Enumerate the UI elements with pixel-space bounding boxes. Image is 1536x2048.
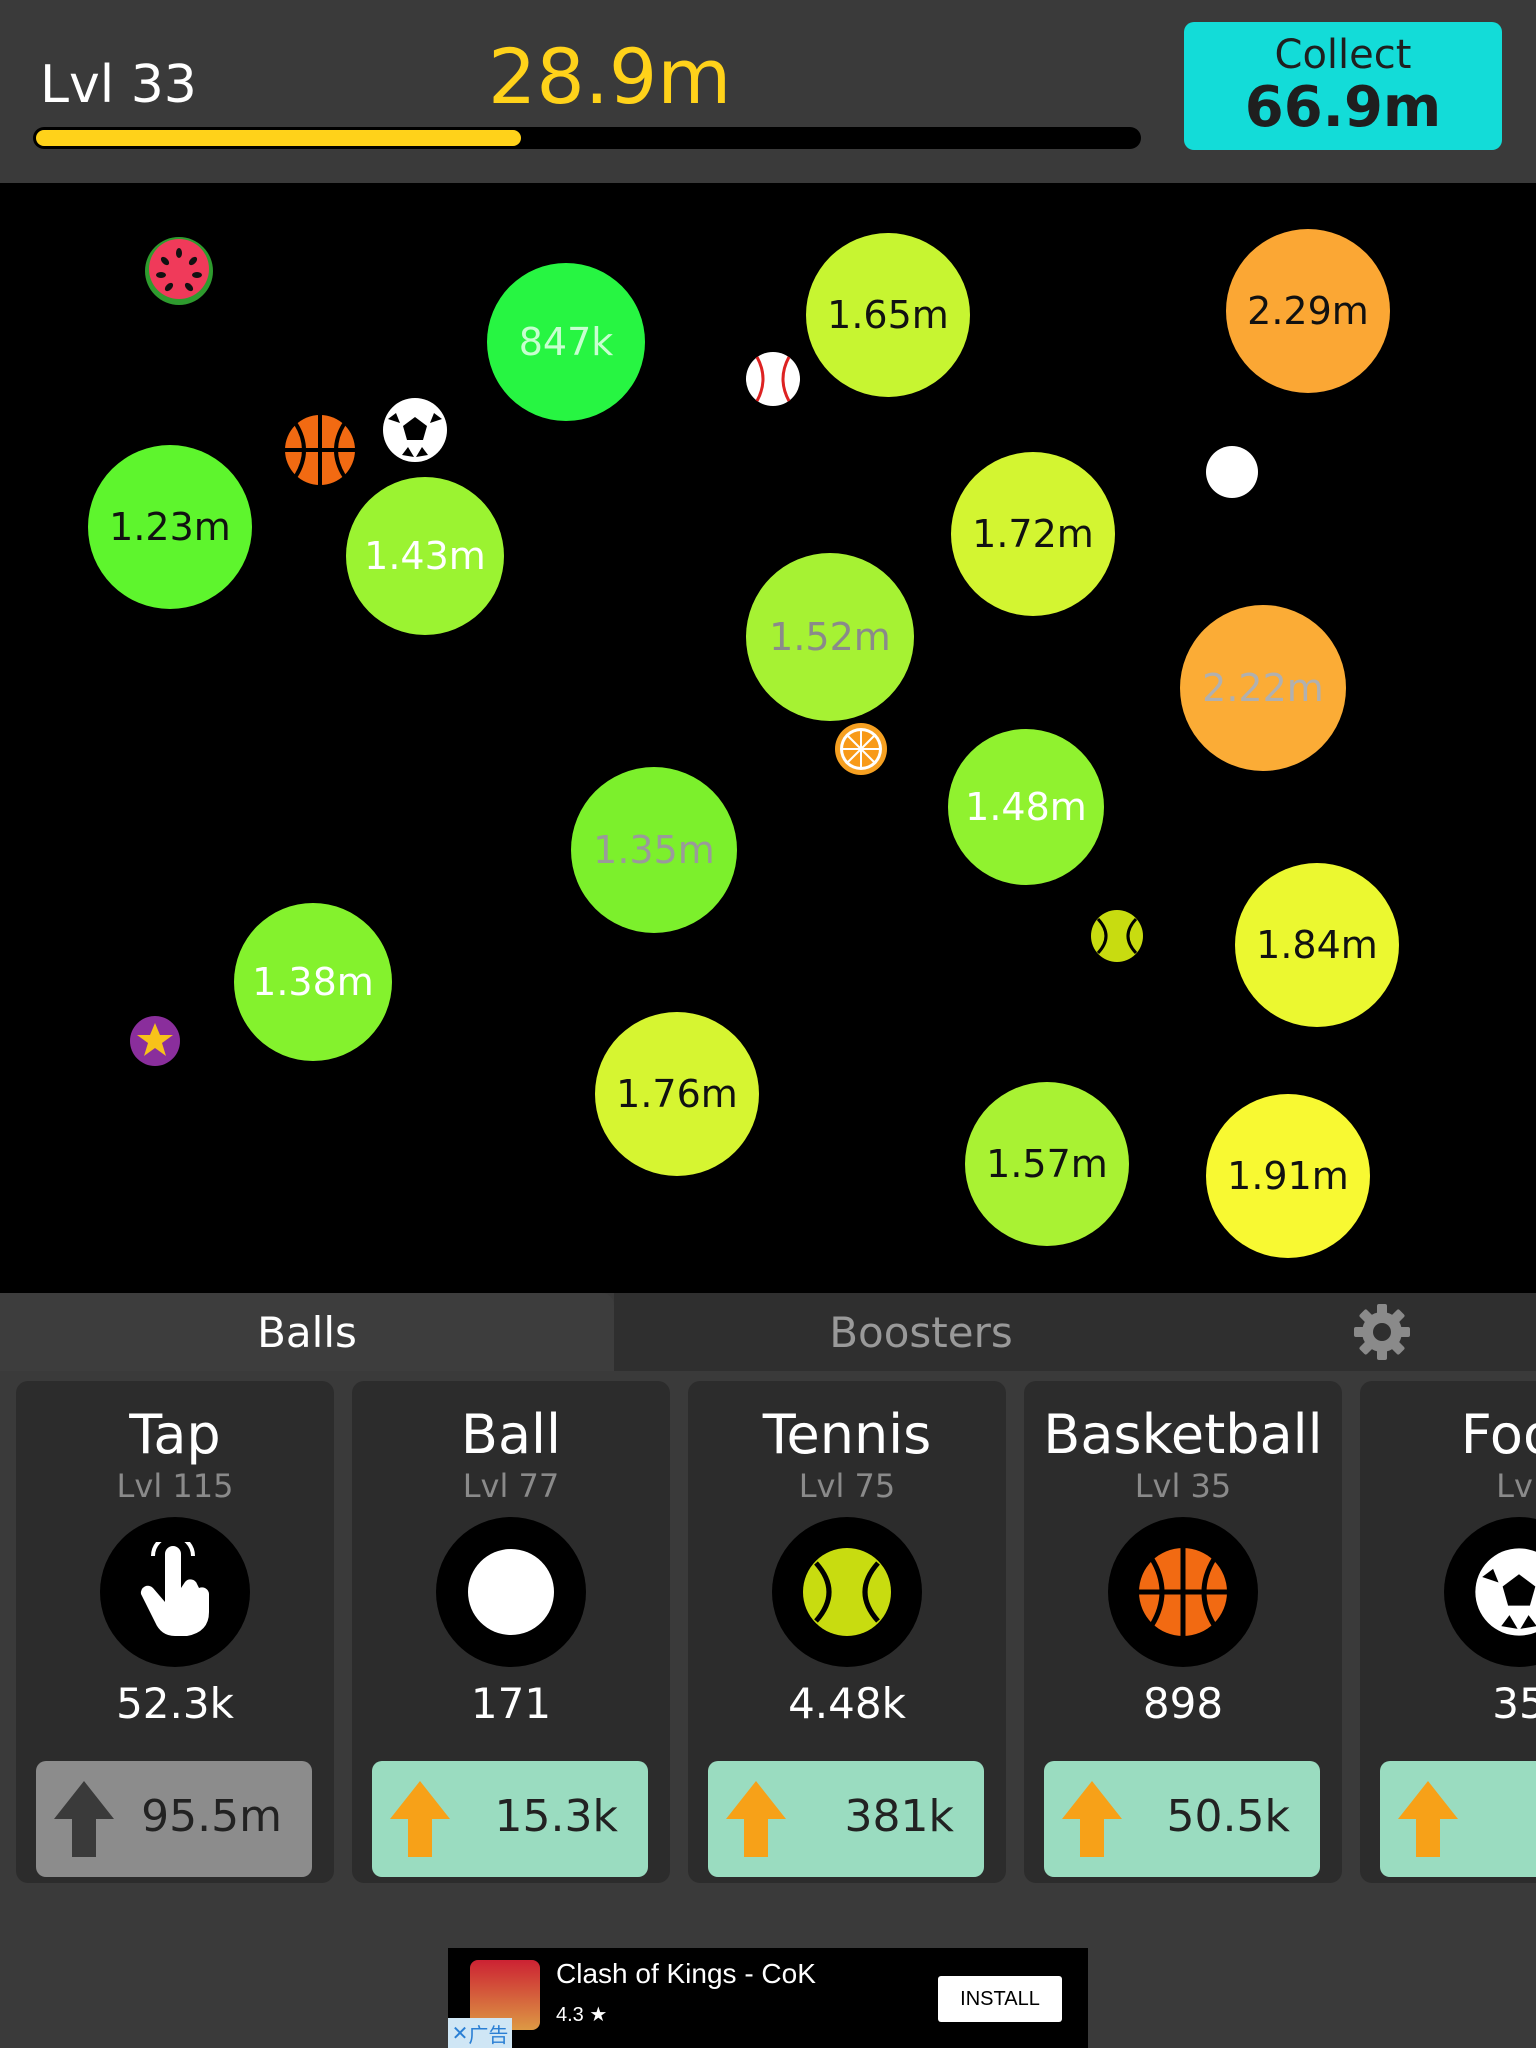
orange-slice-icon <box>835 723 887 775</box>
card-icon-frame <box>772 1517 922 1667</box>
upgrade-button[interactable]: 381k <box>708 1761 984 1877</box>
upgrade-card-tennis: Tennis Lvl 75 4.48k 381k <box>688 1381 1006 1883</box>
arrow-up-icon <box>1062 1781 1122 1857</box>
card-level: Lvl 115 <box>116 1467 234 1505</box>
card-count: 898 <box>1142 1679 1224 1728</box>
money-ball[interactable]: 1.52m <box>746 553 914 721</box>
money-ball[interactable]: 2.29m <box>1226 229 1390 393</box>
card-icon-frame <box>1108 1517 1258 1667</box>
ad-tag[interactable]: ✕ 广告 <box>448 2018 512 2048</box>
upgrade-button[interactable]: 15.3k <box>372 1761 648 1877</box>
card-title: Foot <box>1460 1403 1536 1466</box>
tennis-ball-icon <box>1091 910 1143 962</box>
upgrade-card-basketball: Basketball Lvl 35 898 50.5k <box>1024 1381 1342 1883</box>
card-level: Lvl 75 <box>798 1467 896 1505</box>
ad-app-name: Clash of Kings - CoK <box>556 1958 816 1989</box>
level-progress-bar <box>33 127 1141 149</box>
tab-boosters[interactable]: Boosters <box>614 1293 1228 1371</box>
collect-value: 66.9m <box>1244 75 1442 140</box>
tap-hand-icon <box>140 1542 209 1636</box>
star-icon: ★ <box>589 2004 608 2026</box>
money-counter: 28.9m <box>488 32 732 121</box>
upgrade-card-ball: Ball Lvl 77 171 15.3k <box>352 1381 670 1883</box>
tennis-ball-icon <box>803 1548 891 1636</box>
money-ball[interactable]: 1.38m <box>234 903 392 1061</box>
soccer-ball-icon <box>383 398 447 462</box>
upgrade-price: 95.5m <box>141 1791 282 1842</box>
basketball-icon <box>285 415 355 485</box>
gear-icon <box>1354 1304 1410 1360</box>
soccer-ball-icon <box>1475 1548 1536 1636</box>
money-ball[interactable]: 1.43m <box>346 477 504 635</box>
player-level: Lvl 33 <box>40 55 197 115</box>
money-ball[interactable]: 847k <box>487 263 645 421</box>
money-ball[interactable]: 1.84m <box>1235 863 1399 1027</box>
watermelon-icon <box>145 237 213 305</box>
ad-banner[interactable]: Clash of Kings - CoK 4.3 ★ INSTALL ✕ 广告 <box>448 1948 1088 2048</box>
card-count: 4.48k <box>788 1679 906 1728</box>
card-icon-frame <box>436 1517 586 1667</box>
upgrade-cards: Tap Lvl 115 52.3k 95.5m Ball Lvl 77 171 … <box>0 1371 1536 1891</box>
ad-rating: 4.3 ★ <box>556 2004 608 2026</box>
card-title: Tennis <box>762 1403 932 1466</box>
upgrade-price: 15.3k <box>494 1791 618 1842</box>
upgrade-card-tap: Tap Lvl 115 52.3k 95.5m <box>16 1381 334 1883</box>
card-level: Lvl 77 <box>462 1467 560 1505</box>
card-title: Tap <box>129 1403 221 1466</box>
upgrade-price: 50.5k <box>1166 1791 1290 1842</box>
settings-button[interactable] <box>1228 1293 1536 1371</box>
basketball-icon <box>1139 1548 1227 1636</box>
tab-bar: Balls Boosters <box>0 1293 1536 1371</box>
arrow-up-icon <box>390 1781 450 1857</box>
close-icon[interactable]: ✕ <box>452 2021 469 2045</box>
card-level: Lvl <box>1496 1467 1536 1505</box>
card-title: Basketball <box>1043 1403 1323 1466</box>
upgrade-button[interactable]: 1 <box>1380 1761 1536 1877</box>
star-ball-icon <box>130 1016 180 1066</box>
card-icon-frame <box>100 1517 250 1667</box>
card-count: 35 <box>1492 1679 1536 1728</box>
plain-ball-icon <box>1206 446 1258 498</box>
top-bar: Lvl 33 28.9m Collect 66.9m <box>0 0 1536 183</box>
baseball-icon <box>746 352 800 406</box>
card-icon-frame <box>1444 1517 1536 1667</box>
level-progress-fill <box>36 130 521 146</box>
money-ball[interactable]: 1.35m <box>571 767 737 933</box>
money-ball[interactable]: 1.76m <box>595 1012 759 1176</box>
money-ball[interactable]: 1.65m <box>806 233 970 397</box>
card-title: Ball <box>460 1403 562 1466</box>
card-count: 171 <box>470 1679 552 1728</box>
money-ball[interactable]: 2.22m <box>1180 605 1346 771</box>
upgrade-button[interactable]: 95.5m <box>36 1761 312 1877</box>
upgrade-price: 381k <box>844 1791 954 1842</box>
play-field[interactable]: 847k 1.65m 2.29m 1.23m 1.43m 1.72m 1.52m… <box>0 183 1536 1293</box>
money-ball[interactable]: 1.23m <box>88 445 252 609</box>
money-ball[interactable]: 1.72m <box>951 452 1115 616</box>
collect-label: Collect <box>1274 32 1412 78</box>
ad-install-button[interactable]: INSTALL <box>938 1976 1062 2022</box>
card-level: Lvl 35 <box>1134 1467 1232 1505</box>
arrow-up-icon <box>1398 1781 1458 1857</box>
plain-ball-icon <box>468 1549 554 1635</box>
arrow-up-icon <box>726 1781 786 1857</box>
upgrade-button[interactable]: 50.5k <box>1044 1761 1320 1877</box>
tab-balls[interactable]: Balls <box>0 1293 614 1371</box>
money-ball[interactable]: 1.48m <box>948 729 1104 885</box>
money-ball[interactable]: 1.91m <box>1206 1094 1370 1258</box>
upgrade-card-football: Foot Lvl 35 1 <box>1360 1381 1536 1883</box>
money-ball[interactable]: 1.57m <box>965 1082 1129 1246</box>
card-count: 52.3k <box>116 1679 234 1728</box>
collect-button[interactable]: Collect 66.9m <box>1184 22 1502 150</box>
arrow-up-icon <box>54 1781 114 1857</box>
